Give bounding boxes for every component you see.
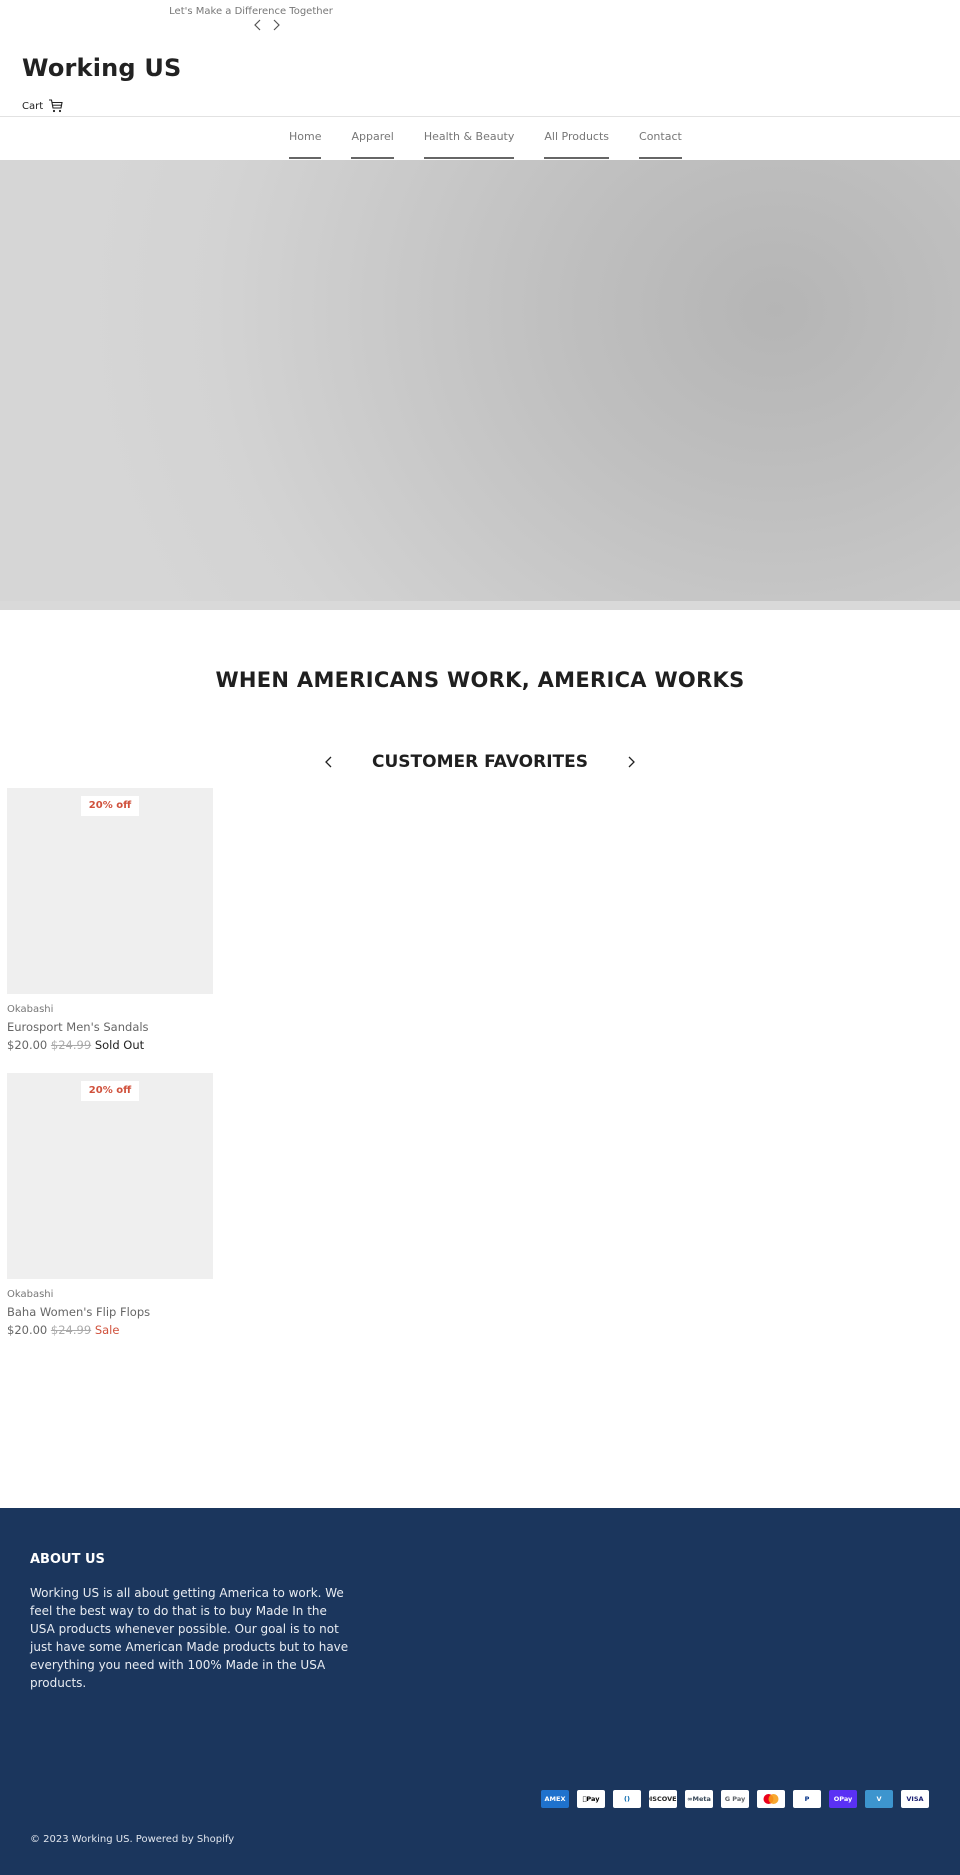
product-card[interactable]: 20% off Okabashi Baha Women's Flip Flops…: [7, 1073, 213, 1337]
amex-icon: AMEX: [541, 1790, 569, 1808]
nav-item-home[interactable]: Home: [289, 117, 322, 160]
chevron-left-icon: [254, 19, 261, 31]
product-price: $20.00: [7, 1323, 48, 1337]
favorites-header: CUSTOMER FAVORITES: [0, 752, 960, 772]
nav-item-all-products[interactable]: All Products: [544, 117, 609, 160]
announcement-controls: [253, 17, 281, 31]
chevron-right-icon: [628, 756, 635, 768]
favorites-next-button[interactable]: [626, 754, 636, 770]
main-nav: Home Apparel Health & Beauty All Product…: [289, 117, 682, 160]
product-vendor: Okabashi: [7, 1004, 54, 1015]
product-prices: $20.00 $24.99 Sold Out: [7, 1038, 213, 1052]
about-title: ABOUT US: [30, 1552, 105, 1567]
discover-icon: DISCOVER: [649, 1790, 677, 1808]
cart-label: Cart: [22, 100, 44, 112]
google-pay-icon: G Pay: [721, 1790, 749, 1808]
nav-item-health-beauty[interactable]: Health & Beauty: [423, 117, 514, 160]
product-status: Sale: [94, 1323, 120, 1337]
nav-item-contact[interactable]: Contact: [639, 117, 682, 160]
apple-pay-icon: Pay: [577, 1790, 605, 1808]
chevron-right-icon: [273, 19, 280, 31]
hero-image-placeholder: [0, 160, 960, 601]
product-vendor: Okabashi: [7, 1289, 54, 1300]
discount-badge: 20% off: [81, 1081, 139, 1101]
chevron-left-icon: [325, 756, 332, 768]
announcement-next-button[interactable]: [271, 17, 281, 31]
product-title[interactable]: Eurosport Men's Sandals: [7, 1020, 213, 1034]
cart-link[interactable]: Cart: [22, 98, 64, 114]
site-logo[interactable]: Working US: [22, 54, 182, 82]
announcement-text: Let's Make a Difference Together: [169, 6, 333, 17]
product-price: $20.00: [7, 1038, 48, 1052]
product-compare-price: $24.99: [50, 1038, 92, 1052]
site-footer: ABOUT US Working US is all about getting…: [0, 1508, 960, 1875]
diners-club-icon: (): [613, 1790, 641, 1808]
mastercard-icon: [757, 1790, 785, 1808]
shop-pay-icon: OPay: [829, 1790, 857, 1808]
meta-pay-icon: ∞Meta: [685, 1790, 713, 1808]
product-title[interactable]: Baha Women's Flip Flops: [7, 1305, 213, 1319]
copyright-text: © 2023 Working US. Powered by Shopify: [30, 1834, 235, 1845]
favorites-title: CUSTOMER FAVORITES: [372, 752, 588, 772]
product-image[interactable]: 20% off: [7, 788, 213, 994]
hero-banner: [0, 160, 960, 610]
venmo-icon: V: [865, 1790, 893, 1808]
about-text: Working US is all about getting America …: [30, 1586, 349, 1690]
product-prices: $20.00 $24.99 Sale: [7, 1323, 213, 1337]
nav-item-apparel[interactable]: Apparel: [351, 117, 395, 160]
favorites-prev-button[interactable]: [324, 754, 334, 770]
product-image[interactable]: 20% off: [7, 1073, 213, 1279]
tagline-heading: WHEN AMERICANS WORK, AMERICA WORKS: [215, 668, 745, 692]
paypal-icon: P: [793, 1790, 821, 1808]
discount-badge: 20% off: [81, 796, 139, 816]
cart-icon: [49, 99, 63, 113]
announcement-prev-button[interactable]: [253, 17, 263, 31]
product-compare-price: $24.99: [50, 1323, 92, 1337]
visa-icon: VISA: [901, 1790, 929, 1808]
payment-icons: AMEX Pay () DISCOVER ∞Meta G Pay P OPay…: [541, 1790, 929, 1808]
product-status: Sold Out: [94, 1038, 145, 1052]
product-card[interactable]: 20% off Okabashi Eurosport Men's Sandals…: [7, 788, 213, 1052]
